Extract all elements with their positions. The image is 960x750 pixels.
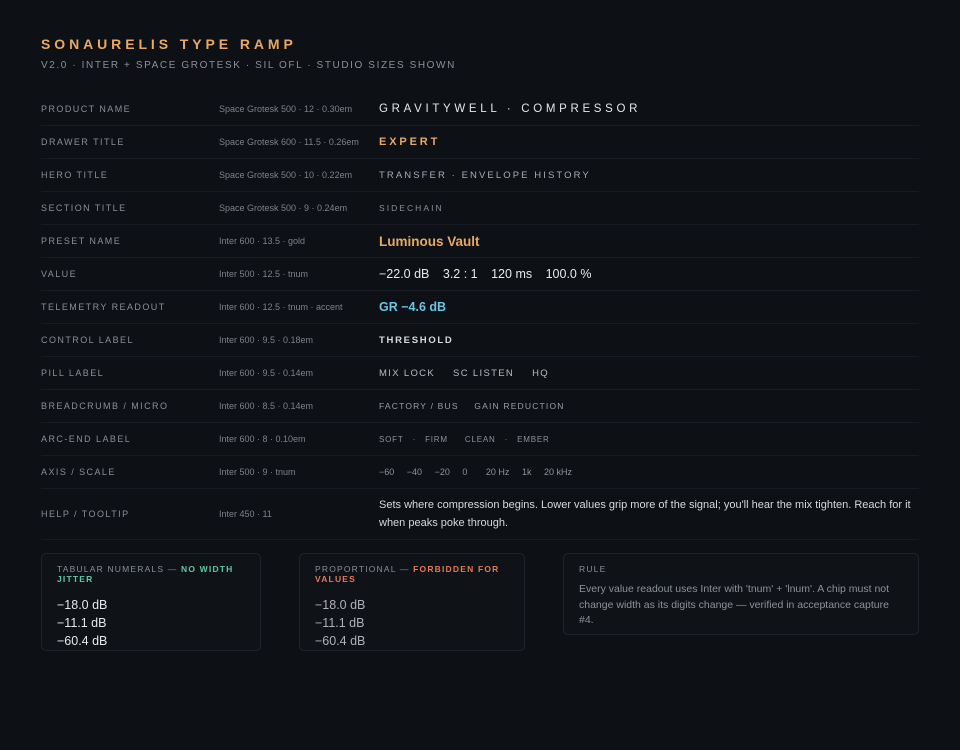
row-label: PILL LABEL xyxy=(41,368,105,378)
breadcrumb-samples: FACTORY / BUS GAIN REDUCTION xyxy=(379,401,919,411)
product-name-sample: GRAVITYWELL · COMPRESSOR xyxy=(379,103,642,115)
ramp-row-product-name: PRODUCT NAME Space Grotesk 500 · 12 · 0.… xyxy=(41,93,919,126)
ramp-row-pill-label: PILL LABEL Inter 600 · 9.5 · 0.14em MIX … xyxy=(41,357,919,390)
card-title-prefix: PROPORTIONAL — xyxy=(315,564,414,574)
drawer-title-sample: EXPERT xyxy=(379,136,441,148)
row-label: CONTROL LABEL xyxy=(41,335,134,345)
row-label: BREADCRUMB / MICRO xyxy=(41,401,169,411)
axis-tick: 1k xyxy=(521,467,532,477)
ramp-row-help-tooltip: HELP / TOOLTIP Inter 450 · 11 Sets where… xyxy=(41,489,919,540)
row-spec: Inter 450 · 11 xyxy=(219,509,272,519)
row-spec: Inter 500 · 9 · tnum xyxy=(219,467,296,477)
row-spec: Inter 600 · 9.5 · 0.18em xyxy=(219,335,314,345)
card-title: PROPORTIONAL — FORBIDDEN FOR VALUES xyxy=(315,564,509,584)
proportional-numerals-card: PROPORTIONAL — FORBIDDEN FOR VALUES −18.… xyxy=(299,553,525,651)
pill-sample: MIX LOCK xyxy=(379,367,436,379)
row-label: HELP / TOOLTIP xyxy=(41,509,130,519)
type-ramp-page: SONAURELIS TYPE RAMP V2.0 · INTER + SPAC… xyxy=(41,36,919,651)
row-spec: Space Grotesk 500 · 9 · 0.24em xyxy=(219,203,348,213)
page-subtitle: V2.0 · INTER + SPACE GROTESK · SIL OFL ·… xyxy=(41,60,456,71)
axis-tick: −40 xyxy=(406,467,423,477)
axis-tick: 20 Hz xyxy=(485,467,510,477)
tabular-values: −18.0 dB −11.1 dB −60.4 dB xyxy=(57,596,245,650)
numeral-cards: TABULAR NUMERALS — NO WIDTH JITTER −18.0… xyxy=(41,553,919,653)
preset-name-sample: Luminous Vault xyxy=(379,233,480,249)
ramp-row-preset-name: PRESET NAME Inter 600 · 13.5 · gold Lumi… xyxy=(41,225,919,258)
page-title: SONAURELIS TYPE RAMP xyxy=(41,36,297,52)
proportional-values: −18.0 dB −11.1 dB −60.4 dB xyxy=(315,596,509,650)
breadcrumb-sample: FACTORY / BUS xyxy=(379,401,459,411)
ramp-row-drawer-title: DRAWER TITLE Space Grotesk 600 · 11.5 · … xyxy=(41,126,919,159)
section-title-sample: SIDECHAIN xyxy=(379,203,444,213)
tabular-value: −18.0 dB xyxy=(57,598,108,612)
breadcrumb-sample: GAIN REDUCTION xyxy=(474,401,565,411)
hero-title-sample: TRANSFER · ENVELOPE HISTORY xyxy=(379,169,591,181)
arc-end-sample: SOFT xyxy=(379,434,404,444)
row-label: PRODUCT NAME xyxy=(41,104,132,114)
arc-end-sample: EMBER xyxy=(517,434,550,444)
ramp-row-telemetry: TELEMETRY READOUT Inter 600 · 12.5 · tnu… xyxy=(41,291,919,324)
row-spec: Inter 600 · 12.5 · tnum · accent xyxy=(219,302,343,312)
axis-tick: −20 xyxy=(434,467,450,477)
axis-tick: 20 kHz xyxy=(543,467,572,477)
proportional-value: −60.4 dB xyxy=(315,634,366,648)
axis-scale-samples: −60 −40 −20 0 20 Hz 1k 20 kHz xyxy=(379,467,919,477)
control-label-sample: THRESHOLD xyxy=(379,334,454,346)
row-label: HERO TITLE xyxy=(41,170,109,180)
ramp-row-section-title: SECTION TITLE Space Grotesk 500 · 9 · 0.… xyxy=(41,192,919,225)
rule-card: RULE Every value readout uses Inter with… xyxy=(563,553,919,635)
arc-end-sample: CLEAN xyxy=(464,434,496,444)
ramp-row-control-label: CONTROL LABEL Inter 600 · 9.5 · 0.18em T… xyxy=(41,324,919,357)
value-sample: 100.0 % xyxy=(545,267,592,281)
row-label: VALUE xyxy=(41,269,78,279)
proportional-value: −11.1 dB xyxy=(315,616,365,630)
card-title: TABULAR NUMERALS — NO WIDTH JITTER xyxy=(57,564,245,584)
tabular-value: −60.4 dB xyxy=(57,634,108,648)
value-sample: −22.0 dB xyxy=(379,267,430,281)
tabular-numerals-card: TABULAR NUMERALS — NO WIDTH JITTER −18.0… xyxy=(41,553,261,651)
tabular-value: −11.1 dB xyxy=(57,616,107,630)
ramp-row-hero-title: HERO TITLE Space Grotesk 500 · 10 · 0.22… xyxy=(41,159,919,192)
pill-label-samples: MIX LOCK SC LISTEN HQ xyxy=(379,368,919,379)
telemetry-readout-sample: GR −4.6 dB xyxy=(379,300,447,314)
row-label: TELEMETRY READOUT xyxy=(41,302,166,312)
pill-sample: SC LISTEN xyxy=(453,367,515,379)
row-spec: Inter 500 · 12.5 · tnum xyxy=(219,269,309,279)
rule-text: Every value readout uses Inter with 'tnu… xyxy=(579,583,890,626)
proportional-value: −18.0 dB xyxy=(315,598,366,612)
row-label: SECTION TITLE xyxy=(41,203,127,213)
axis-tick: 0 xyxy=(462,467,468,477)
arc-end-separator: · xyxy=(504,434,509,444)
arc-end-sample: FIRM xyxy=(425,434,448,444)
value-sample: 120 ms xyxy=(491,267,533,281)
row-spec: Space Grotesk 600 · 11.5 · 0.26em xyxy=(219,137,359,147)
value-sample: 3.2 : 1 xyxy=(442,267,478,281)
row-spec: Inter 600 · 13.5 · gold xyxy=(219,236,306,246)
row-spec: Inter 600 · 9.5 · 0.14em xyxy=(219,368,314,378)
type-ramp-table: PRODUCT NAME Space Grotesk 500 · 12 · 0.… xyxy=(41,93,919,540)
row-spec: Space Grotesk 500 · 12 · 0.30em xyxy=(219,104,353,114)
arc-end-samples: SOFT · FIRM CLEAN · EMBER xyxy=(379,435,919,444)
row-spec: Inter 600 · 8 · 0.10em xyxy=(219,434,306,444)
row-label: AXIS / SCALE xyxy=(41,467,116,477)
arc-end-separator: · xyxy=(412,434,417,444)
ramp-row-arc-end-label: ARC-END LABEL Inter 600 · 8 · 0.10em SOF… xyxy=(41,423,919,456)
row-label: ARC-END LABEL xyxy=(41,434,132,444)
value-samples: −22.0 dB 3.2 : 1 120 ms 100.0 % xyxy=(379,267,919,281)
row-label: DRAWER TITLE xyxy=(41,137,125,147)
row-spec: Space Grotesk 500 · 10 · 0.22em xyxy=(219,170,353,180)
row-label: PRESET NAME xyxy=(41,236,122,246)
axis-tick: −60 xyxy=(379,467,395,477)
ramp-row-breadcrumb: BREADCRUMB / MICRO Inter 600 · 8.5 · 0.1… xyxy=(41,390,919,423)
pill-sample: HQ xyxy=(532,367,550,379)
help-tooltip-sample: Sets where compression begins. Lower val… xyxy=(379,499,911,529)
rule-title: RULE xyxy=(579,564,607,574)
ramp-row-axis-scale: AXIS / SCALE Inter 500 · 9 · tnum −60 −4… xyxy=(41,456,919,489)
card-title-prefix: TABULAR NUMERALS — xyxy=(57,564,181,574)
row-spec: Inter 600 · 8.5 · 0.14em xyxy=(219,401,314,411)
ramp-row-value: VALUE Inter 500 · 12.5 · tnum −22.0 dB 3… xyxy=(41,258,919,291)
